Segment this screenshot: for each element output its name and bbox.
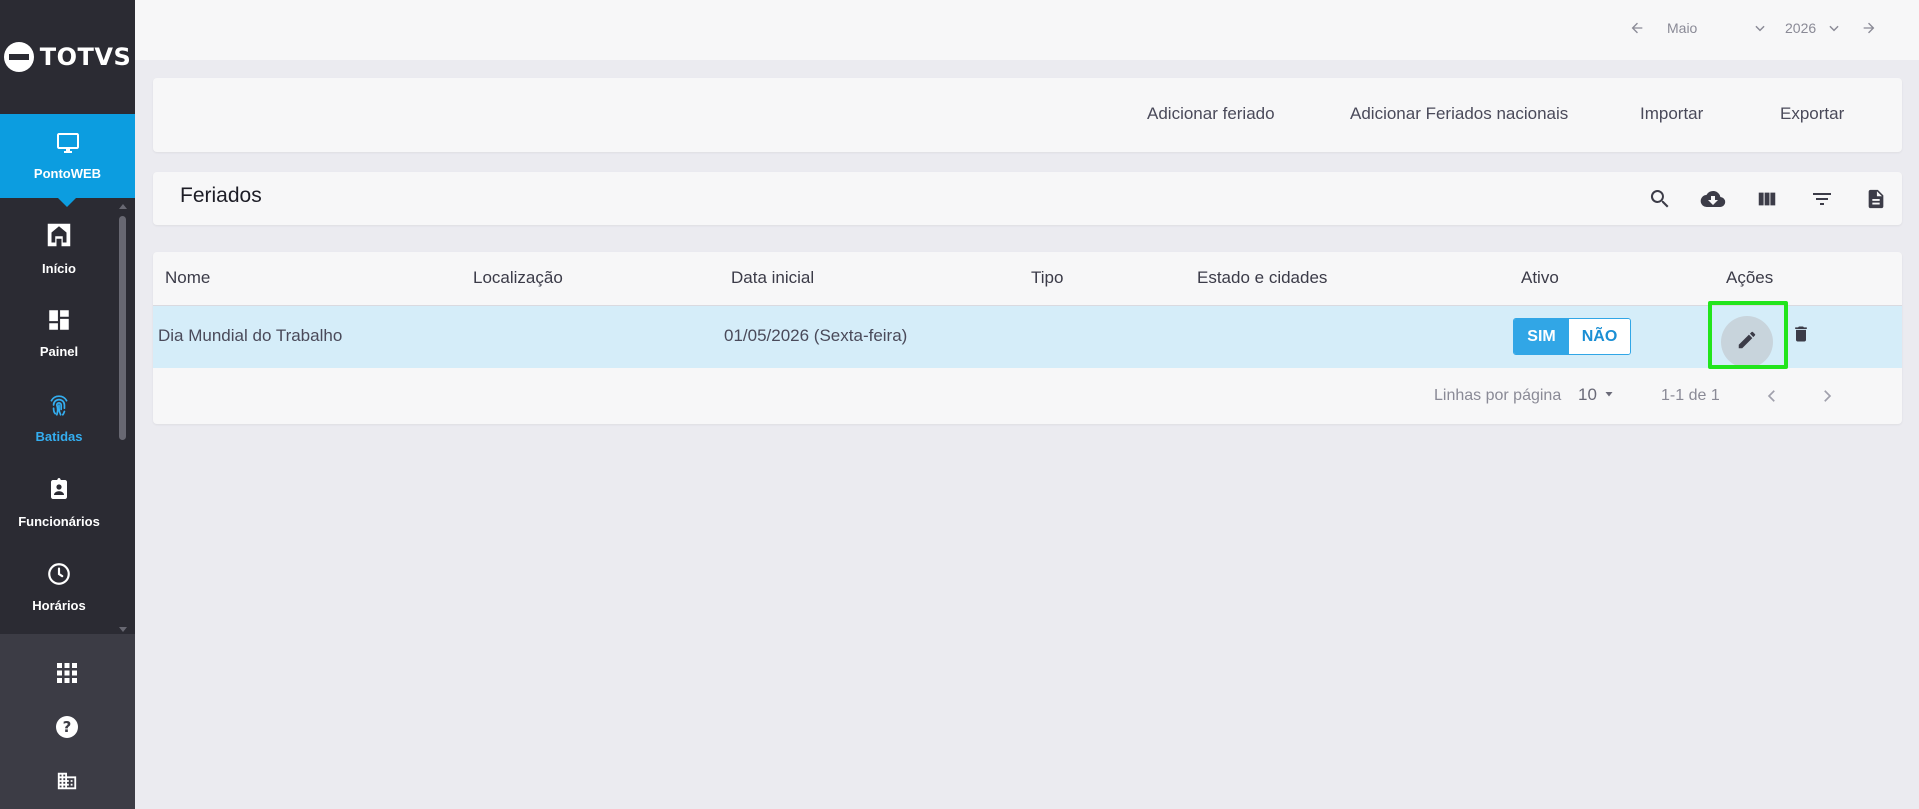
- page-title: Feriados: [180, 184, 262, 207]
- apps-grid-icon[interactable]: [54, 660, 80, 686]
- column-header-ativo[interactable]: Ativo: [1521, 268, 1559, 288]
- chevron-down-icon[interactable]: [1825, 19, 1843, 37]
- home-icon: [44, 220, 74, 255]
- export-button[interactable]: Exportar: [1780, 104, 1844, 124]
- sidebar-bottom: ?: [0, 634, 135, 809]
- scroll-up-arrow-icon[interactable]: [119, 204, 127, 209]
- next-month-arrow-icon[interactable]: [1859, 18, 1879, 38]
- table-row[interactable]: Dia Mundial do Trabalho 01/05/2026 (Sext…: [153, 301, 1902, 369]
- sidebar-item-funcionarios[interactable]: Funcionários: [0, 460, 118, 544]
- import-button[interactable]: Importar: [1640, 104, 1703, 124]
- sidebar-item-label: Painel: [39, 344, 79, 359]
- clock-icon: [46, 561, 72, 592]
- top-bar: Maio 2026: [135, 0, 1919, 60]
- previous-page-chevron-icon[interactable]: [1760, 384, 1784, 408]
- cell-nome: Dia Mundial do Trabalho: [158, 326, 343, 345]
- next-page-chevron-icon[interactable]: [1815, 384, 1839, 408]
- trash-icon: [1791, 322, 1811, 351]
- cloud-download-icon[interactable]: [1700, 186, 1726, 212]
- monitor-icon: [55, 131, 81, 160]
- sidebar: TOTVS PontoWEB Início Painel Batidas Fun…: [0, 0, 135, 809]
- sidebar-item-horarios[interactable]: Horários: [0, 545, 118, 629]
- sidebar-item-label: Horários: [32, 598, 86, 613]
- fingerprint-icon: [46, 392, 72, 423]
- active-toggle[interactable]: SIM NÃO: [1513, 318, 1631, 355]
- cell-data-inicial: 01/05/2026 (Sexta-feira): [724, 326, 908, 345]
- focus-highlight-box: [1708, 301, 1788, 369]
- previous-month-arrow-icon[interactable]: [1627, 18, 1647, 38]
- holidays-table: Nome Localização Data inicial Tipo Estad…: [153, 252, 1902, 424]
- help-icon[interactable]: ?: [54, 714, 80, 740]
- month-select[interactable]: Maio: [1667, 20, 1751, 36]
- totvs-logo-icon: [3, 42, 34, 72]
- chevron-down-icon[interactable]: [1751, 19, 1769, 37]
- year-select[interactable]: 2026: [1785, 20, 1825, 36]
- column-header-acoes: Ações: [1726, 268, 1774, 287]
- totvs-logo[interactable]: TOTVS: [0, 0, 135, 114]
- document-icon[interactable]: [1863, 186, 1889, 212]
- caret-down-icon: [1603, 385, 1615, 405]
- sidebar-item-label: Funcionários: [18, 514, 100, 529]
- search-icon[interactable]: [1647, 186, 1673, 212]
- add-national-holidays-button[interactable]: Adicionar Feriados nacionais: [1350, 104, 1568, 124]
- add-holiday-button[interactable]: Adicionar feriado: [1147, 104, 1275, 124]
- sidebar-item-label: PontoWEB: [33, 166, 102, 181]
- sidebar-item-label: Início: [42, 261, 76, 276]
- column-header-localizacao[interactable]: Localização: [473, 268, 563, 288]
- toggle-sim[interactable]: SIM: [1514, 319, 1569, 354]
- title-bar: Feriados: [153, 172, 1902, 225]
- column-header-nome[interactable]: Nome: [165, 268, 210, 288]
- filter-icon[interactable]: [1809, 186, 1835, 212]
- sidebar-scrollbar[interactable]: [118, 204, 127, 632]
- dashboard-icon: [46, 307, 72, 338]
- period-selector: Maio 2026: [1627, 18, 1879, 38]
- delete-button[interactable]: [1788, 323, 1814, 349]
- column-header-tipo[interactable]: Tipo: [1031, 268, 1063, 288]
- columns-icon[interactable]: [1754, 186, 1780, 212]
- rows-per-page-value: 10: [1578, 385, 1597, 404]
- scroll-down-arrow-icon[interactable]: [119, 627, 127, 632]
- badge-icon: [47, 475, 71, 508]
- building-icon[interactable]: [54, 768, 80, 794]
- svg-text:?: ?: [63, 718, 72, 736]
- sidebar-item-painel[interactable]: Painel: [0, 291, 118, 375]
- sidebar-item-label: Batidas: [35, 429, 83, 444]
- toggle-nao[interactable]: NÃO: [1569, 319, 1630, 354]
- sidebar-item-inicio[interactable]: Início: [0, 206, 118, 290]
- column-header-estado-cidades[interactable]: Estado e cidades: [1197, 268, 1327, 288]
- scrollbar-thumb[interactable]: [119, 216, 126, 440]
- rows-per-page-select[interactable]: 10: [1578, 385, 1615, 405]
- column-header-data-inicial[interactable]: Data inicial: [731, 268, 814, 288]
- pagination-range: 1-1 de 1: [1661, 387, 1720, 404]
- sidebar-item-pontoweb[interactable]: PontoWEB: [0, 114, 135, 207]
- sidebar-item-batidas[interactable]: Batidas: [0, 376, 118, 460]
- rows-per-page-label: Linhas por página: [1434, 387, 1562, 404]
- actions-bar: Adicionar feriado Adicionar Feriados nac…: [153, 78, 1902, 152]
- logo-text: TOTVS: [39, 43, 132, 71]
- table-pagination: Linhas por página 10 1-1 de 1: [153, 368, 1902, 424]
